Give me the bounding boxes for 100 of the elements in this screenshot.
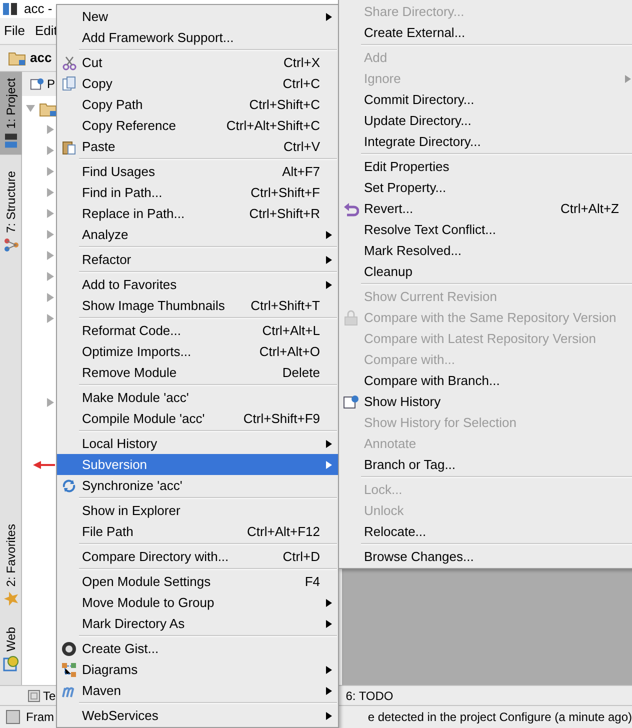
menu-item[interactable]: Compile Module 'acc' Ctrl+Shift+F9 [57,408,338,429]
menu-item[interactable]: Revert... Ctrl+Alt+Z [339,198,632,219]
expand-arrow-icon[interactable] [46,251,55,260]
shortcut-text: Ctrl+Shift+R [248,204,320,223]
expand-arrow-icon[interactable] [46,209,55,218]
menu-item[interactable]: Compare Directory with... Ctrl+D [57,546,338,567]
window-title: acc - [24,0,52,18]
menu-item[interactable]: Mark Resolved... [339,240,632,261]
shortcut-text: Ctrl+Alt+O [258,342,320,361]
menu-item[interactable]: Mark Directory As [57,613,338,634]
menu-item[interactable]: Set Property... [339,177,632,198]
shortcut-text: Delete [281,364,320,382]
menu-item[interactable]: Create Gist... [57,638,338,659]
menu-item[interactable]: Maven [57,680,338,701]
project-icon [2,1,18,17]
menu-item[interactable]: Analyze [57,224,338,245]
menu-item[interactable]: Replace in Path... Ctrl+Shift+R [57,203,338,224]
menu-item[interactable]: Create External... [339,22,632,43]
menu-item[interactable]: File Path Ctrl+Alt+F12 [57,521,338,542]
panel-icon [30,76,44,92]
expand-arrow-icon[interactable] [46,314,55,323]
menu-item[interactable]: Open Module Settings F4 [57,571,338,592]
project-icon [3,132,19,149]
menu-item[interactable]: Remove Module Delete [57,362,338,383]
menu-item[interactable]: Copy Ctrl+C [57,73,338,94]
expand-arrow-icon[interactable] [46,125,55,134]
menu-item[interactable]: Edit Properties [339,156,632,177]
folder-icon [8,50,26,66]
panel-title: P [47,76,56,93]
menu-item[interactable]: Show in Explorer [57,500,338,521]
expand-arrow-icon[interactable] [46,293,55,302]
menu-item[interactable]: Copy Reference Ctrl+Alt+Shift+C [57,115,338,136]
shortcut-text: Ctrl+Shift+F9 [242,410,320,428]
shortcut-text: Ctrl+Alt+L [261,322,320,340]
shortcut-text: F4 [304,572,320,591]
menu-item[interactable]: Synchronize 'acc' [57,475,338,496]
shortcut-text: Ctrl+Alt+Z [559,200,619,218]
menu-item[interactable]: Make Module 'acc' [57,387,338,408]
menu-item[interactable]: Optimize Imports... Ctrl+Alt+O [57,341,338,362]
menu-item[interactable]: Integrate Directory... [339,131,632,152]
status-icon[interactable] [6,710,20,724]
globe-icon [3,655,19,671]
menu-item[interactable]: Show History [339,391,632,412]
menu-item[interactable]: Cut Ctrl+X [57,52,338,73]
shortcut-text: Ctrl+Shift+F [250,184,320,202]
menu-bar-item[interactable]: Edit [34,21,58,41]
menu-item[interactable]: Subversion [57,454,338,475]
expand-arrow-icon[interactable] [46,188,55,197]
menu-item[interactable]: Relocate... [339,521,632,542]
status-text: e detected in the project Configure (a minute ago) [368,709,632,726]
menu-item[interactable]: Local History [57,433,338,454]
menu-bar-item[interactable]: File [4,21,25,41]
expand-arrow-icon[interactable] [46,230,55,239]
breadcrumb-item[interactable]: acc [30,48,52,68]
menu-item[interactable]: New [57,6,338,27]
tool-window-tab[interactable]: 7: Structure [0,164,22,259]
menu-item[interactable]: Compare with Branch... [339,370,632,391]
copy-icon [61,76,77,92]
lock-compare-icon [343,310,359,326]
tool-window-tab[interactable]: 6: TODO [346,686,394,704]
menu-item[interactable]: Paste Ctrl+V [57,136,338,157]
terminal-icon [28,690,40,702]
menu-item[interactable]: Show Image Thumbnails Ctrl+Shift+T [57,295,338,316]
menu-item[interactable]: Add to Favorites [57,274,338,295]
undo-icon [343,200,359,216]
menu-item[interactable]: Add Framework Support... [57,27,338,48]
annotation-arrow [33,461,55,469]
shortcut-text: Ctrl+Alt+F12 [246,522,320,541]
menu-item[interactable]: Find in Path... Ctrl+Shift+F [57,182,338,203]
shortcut-text: Ctrl+V [282,138,320,156]
tool-window-tab[interactable]: Web [0,620,22,677]
star-icon [3,590,19,607]
status-text: Fram [26,709,54,726]
menu-item[interactable]: Reformat Code... Ctrl+Alt+L [57,320,338,341]
sync-icon [61,478,77,494]
menu-item[interactable]: Diagrams [57,659,338,680]
menu-item[interactable]: Browse Changes... [339,546,632,567]
folder-icon [39,100,57,116]
menu-item[interactable]: Update Directory... [339,110,632,131]
shortcut-text: Ctrl+D [282,548,320,566]
expand-arrow-icon[interactable] [46,146,55,155]
diagram-icon [61,662,77,678]
menu-item[interactable]: Refactor [57,249,338,270]
tool-window-tab[interactable]: 2: Favorites [0,518,22,613]
menu-item[interactable]: Cleanup [339,261,632,282]
expand-arrow-icon[interactable] [46,272,55,281]
menu-item[interactable]: Resolve Text Conflict... [339,219,632,240]
menu-item[interactable]: Copy Path Ctrl+Shift+C [57,94,338,115]
collapse-arrow-icon[interactable] [26,104,35,113]
menu-item[interactable]: Commit Directory... [339,89,632,110]
structure-icon [3,236,19,253]
expand-arrow-icon[interactable] [46,167,55,176]
tool-window-tab[interactable]: Te [43,686,56,704]
menu-item[interactable]: Find Usages Alt+F7 [57,161,338,182]
menu-item[interactable]: Move Module to Group [57,592,338,613]
expand-arrow-icon[interactable] [46,398,55,407]
menu-item[interactable]: WebServices [57,705,338,726]
tool-window-tab[interactable]: 1: Project [0,72,22,155]
shortcut-text: Ctrl+C [282,74,320,93]
menu-item[interactable]: Branch or Tag... [339,454,632,475]
